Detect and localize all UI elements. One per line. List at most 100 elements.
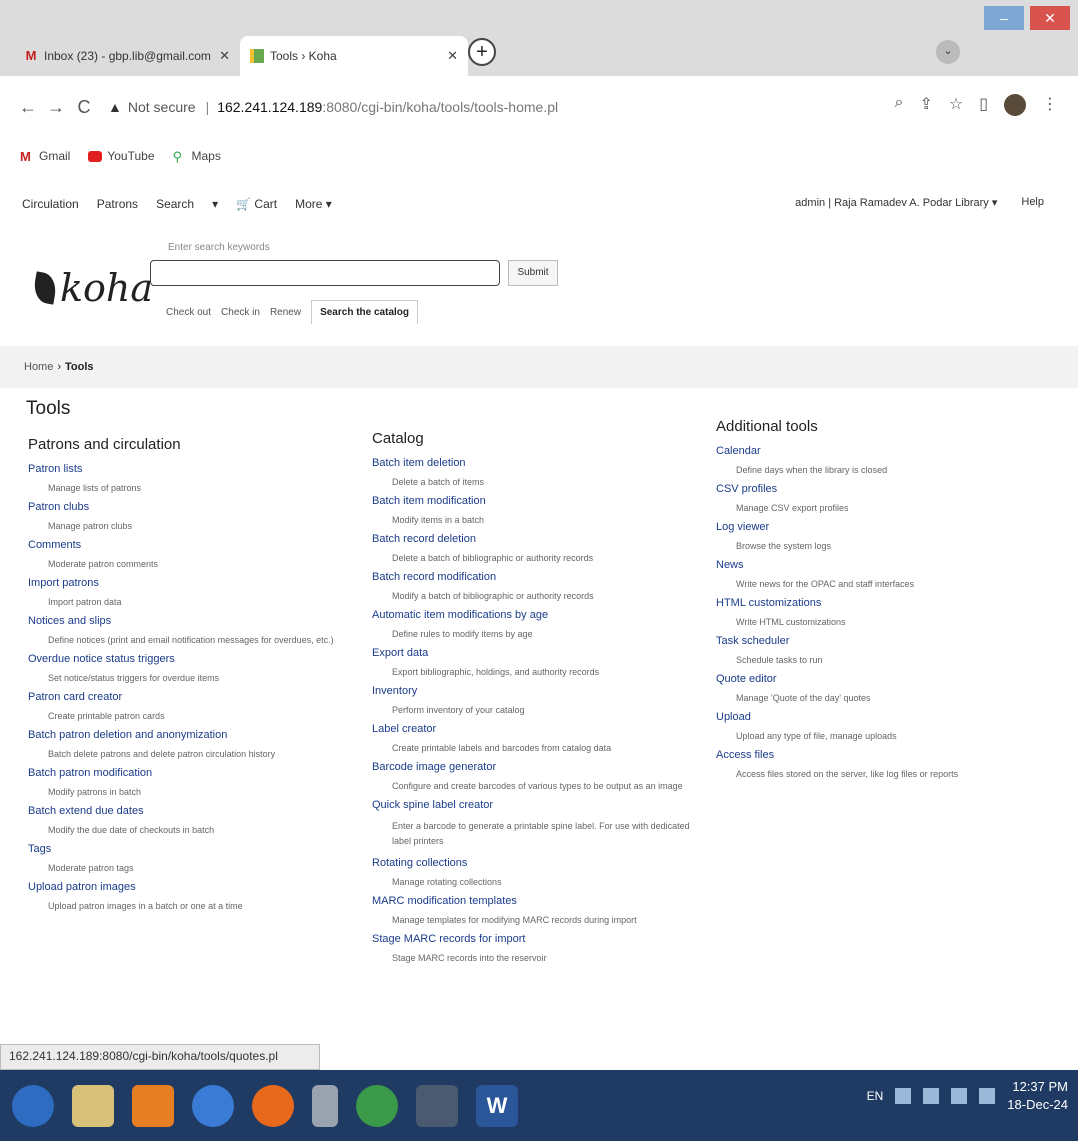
menu-kebab-icon[interactable]: ⋮ [1042, 94, 1058, 116]
bookmark-youtube[interactable]: YouTube [88, 149, 155, 163]
word-icon[interactable]: W [476, 1084, 518, 1127]
warning-icon: ▲ [108, 99, 122, 115]
tool-link-batch-item-modification[interactable]: Batch item modification [372, 495, 692, 507]
forward-icon[interactable]: → [42, 97, 70, 118]
help-link[interactable]: Help [1021, 196, 1044, 209]
tool-link-marc-modification-templates[interactable]: MARC modification templates [372, 895, 692, 907]
tool-link-comments[interactable]: Comments [28, 539, 334, 551]
bookmark-gmail[interactable]: M Gmail [20, 149, 70, 163]
profile-avatar[interactable] [1004, 94, 1026, 116]
reload-icon[interactable]: C [70, 97, 98, 118]
tool-link-batch-extend-due-dates[interactable]: Batch extend due dates [28, 805, 334, 817]
tool-link-log-viewer[interactable]: Log viewer [716, 521, 958, 533]
submit-button[interactable]: Submit [508, 260, 558, 286]
file-explorer-icon[interactable] [72, 1084, 114, 1127]
clock[interactable]: 12:37 PM 18-Dec-24 [1007, 1078, 1068, 1114]
koha-logo[interactable]: koha [31, 266, 153, 310]
column-additional-tools: Additional tools Calendar Define days wh… [716, 418, 958, 787]
language-indicator[interactable]: EN [867, 1089, 884, 1103]
tool-link-batch-patron-modification[interactable]: Batch patron modification [28, 767, 334, 779]
nav-patrons[interactable]: Patrons [97, 197, 138, 211]
back-icon[interactable]: ← [14, 97, 42, 118]
tab-renew[interactable]: Renew [270, 307, 301, 324]
tool-link-html-customizations[interactable]: HTML customizations [716, 597, 958, 609]
koha-top-nav: Circulation Patrons Search ▾ 🛒 Cart More… [0, 190, 1078, 218]
tool-link-patron-card-creator[interactable]: Patron card creator [28, 691, 334, 703]
nav-circulation[interactable]: Circulation [22, 197, 79, 211]
tray-app-icon[interactable] [895, 1088, 912, 1104]
tool-link-batch-item-deletion[interactable]: Batch item deletion [372, 457, 692, 469]
youtube-icon [88, 150, 103, 162]
tool-link-patron-clubs[interactable]: Patron clubs [28, 501, 334, 513]
tool-link-automatic-item-modifications[interactable]: Automatic item modifications by age [372, 609, 692, 621]
window-close-button[interactable]: ✕ [1030, 6, 1070, 30]
nav-search[interactable]: Search [156, 197, 194, 211]
tool-link-export-data[interactable]: Export data [372, 647, 692, 659]
tool-link-inventory[interactable]: Inventory [372, 685, 692, 697]
tool-desc: Import patron data [48, 597, 122, 607]
tool-link-quote-editor[interactable]: Quote editor [716, 673, 958, 685]
chrome-icon[interactable] [356, 1084, 398, 1127]
tool-desc: Upload any type of file, manage uploads [736, 731, 897, 741]
breadcrumb-home[interactable]: Home [24, 361, 53, 373]
bookmarks-bar: M Gmail YouTube ⚲ Maps [0, 138, 1078, 174]
firefox-icon[interactable] [252, 1084, 294, 1127]
new-tab-button[interactable]: + [468, 38, 496, 66]
tab-koha[interactable]: Tools › Koha ✕ [240, 36, 468, 76]
tool-desc: Create printable patron cards [48, 711, 165, 721]
tool-link-barcode-image-generator[interactable]: Barcode image generator [372, 761, 692, 773]
minimize-button[interactable]: – [984, 6, 1024, 30]
user-library-dropdown[interactable]: admin | Raja Ramadev A. Podar Library ▾ [795, 196, 997, 209]
search-input[interactable] [150, 260, 500, 286]
tool-link-upload-patron-images[interactable]: Upload patron images [28, 881, 334, 893]
tab-check-in[interactable]: Check in [221, 307, 260, 324]
tool-link-import-patrons[interactable]: Import patrons [28, 577, 334, 589]
tool-link-news[interactable]: News [716, 559, 958, 571]
zoom-icon[interactable]: ⌕ [894, 94, 903, 116]
url-field[interactable]: ▲ Not secure | 162.241.124.189 :8080/cgi… [108, 99, 558, 115]
tab-gmail[interactable]: M Inbox (23) - gbp.lib@gmail.com ✕ [14, 36, 240, 76]
tool-link-rotating-collections[interactable]: Rotating collections [372, 857, 692, 869]
tool-link-quick-spine-label[interactable]: Quick spine label creator [372, 799, 692, 811]
tool-link-batch-record-deletion[interactable]: Batch record deletion [372, 533, 692, 545]
flag-icon[interactable] [979, 1088, 996, 1104]
tool-desc: Manage templates for modifying MARC reco… [392, 915, 637, 925]
tool-desc: Perform inventory of your catalog [392, 705, 525, 715]
app-icon[interactable] [416, 1084, 458, 1127]
tool-link-notices-slips[interactable]: Notices and slips [28, 615, 334, 627]
volume-icon[interactable] [923, 1088, 940, 1104]
tab-search-icon[interactable]: ⌄ [936, 40, 960, 64]
column-heading: Patrons and circulation [28, 436, 181, 453]
nav-cart[interactable]: 🛒 Cart [236, 197, 277, 211]
tool-link-patron-lists[interactable]: Patron lists [28, 463, 334, 475]
tool-link-stage-marc-records[interactable]: Stage MARC records for import [372, 933, 692, 945]
tool-link-access-files[interactable]: Access files [716, 749, 958, 761]
tool-link-calendar[interactable]: Calendar [716, 445, 958, 457]
nav-search-dropdown[interactable]: ▾ [212, 197, 218, 211]
share-icon[interactable]: ⇪ [919, 94, 932, 116]
bookmark-star-icon[interactable]: ☆ [949, 94, 963, 116]
close-icon[interactable]: ✕ [219, 48, 230, 64]
tool-link-batch-record-modification[interactable]: Batch record modification [372, 571, 692, 583]
side-panel-icon[interactable]: ▯ [979, 94, 988, 116]
tool-link-csv-profiles[interactable]: CSV profiles [716, 483, 958, 495]
bookmark-maps[interactable]: ⚲ Maps [173, 149, 221, 163]
tab-search-catalog[interactable]: Search the catalog [311, 300, 418, 324]
tool-link-tags[interactable]: Tags [28, 843, 334, 855]
tool-desc: Modify a batch of bibliographic or autho… [392, 591, 594, 601]
document-icon[interactable] [312, 1084, 338, 1127]
media-player-icon[interactable] [132, 1084, 174, 1127]
windows-start-icon[interactable] [12, 1084, 54, 1127]
tool-link-overdue-triggers[interactable]: Overdue notice status triggers [28, 653, 334, 665]
tool-link-upload[interactable]: Upload [716, 711, 958, 723]
tool-desc: Configure and create barcodes of various… [392, 781, 683, 791]
tool-link-batch-patron-deletion[interactable]: Batch patron deletion and anonymization [28, 729, 334, 741]
network-icon[interactable] [951, 1088, 968, 1104]
nav-more[interactable]: More ▾ [295, 197, 332, 211]
tool-link-label-creator[interactable]: Label creator [372, 723, 692, 735]
internet-explorer-icon[interactable] [192, 1084, 234, 1127]
tab-check-out[interactable]: Check out [166, 307, 211, 324]
close-icon[interactable]: ✕ [447, 48, 458, 64]
search-hint: Enter search keywords [168, 242, 270, 253]
tool-link-task-scheduler[interactable]: Task scheduler [716, 635, 958, 647]
